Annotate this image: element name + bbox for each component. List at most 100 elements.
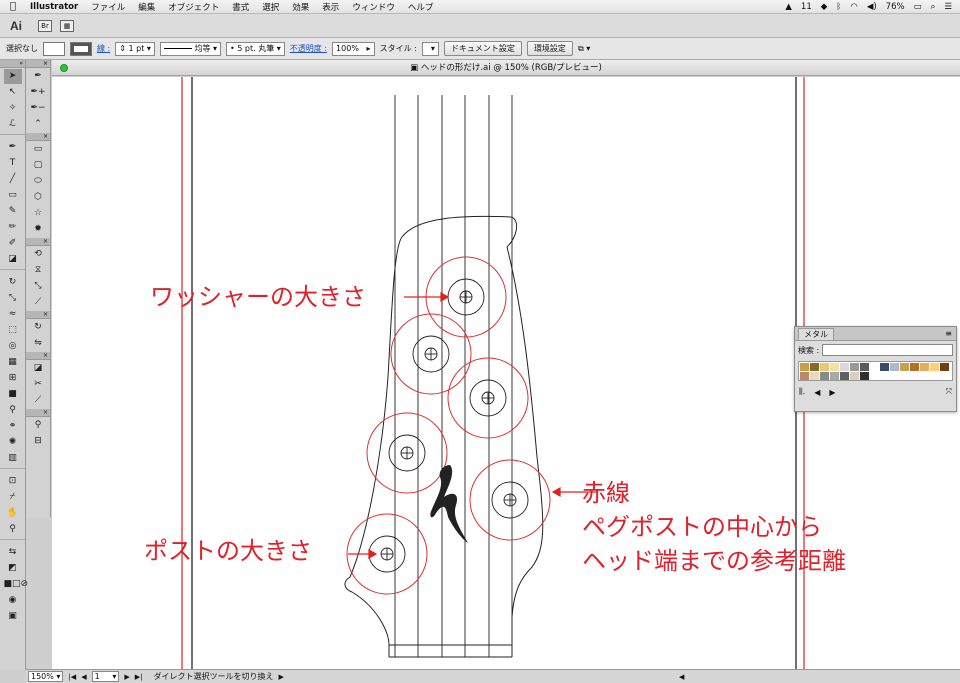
swap-fill-stroke-icon[interactable]: ⇆ xyxy=(4,545,22,560)
reflect-sub-icon[interactable]: ⧖ xyxy=(29,263,47,278)
preferences-button[interactable]: 環境設定 xyxy=(526,41,573,56)
paintbrush-tool-icon[interactable]: ✎ xyxy=(4,204,22,219)
pen-tool-icon[interactable]: ✒ xyxy=(4,140,22,155)
menu-select[interactable]: 選択 xyxy=(262,1,279,13)
rotate-tool-icon[interactable]: ↻ xyxy=(4,275,22,290)
swatch-chip[interactable] xyxy=(890,363,899,371)
scroll-left-icon[interactable]: ◀ xyxy=(679,673,684,681)
menu-window[interactable]: ウィンドウ xyxy=(352,1,395,13)
tearoff-header-shapes[interactable]: × xyxy=(26,133,50,141)
rectangle-tool-icon[interactable]: ▭ xyxy=(4,188,22,203)
ellipse-shape-icon[interactable]: ⬭ xyxy=(29,174,47,189)
document-setup-button[interactable]: ドキュメント設定 xyxy=(443,41,522,56)
swatch-chip[interactable] xyxy=(850,372,859,380)
search-icon[interactable]: ⌕ xyxy=(931,2,936,12)
artboard-tool-icon[interactable]: ⊡ xyxy=(4,474,22,489)
blend-tool-icon[interactable]: ⚭ xyxy=(4,419,22,434)
bluetooth-icon[interactable]: ᛒ xyxy=(836,2,841,12)
adobe-icon[interactable]: ▲ xyxy=(785,2,792,12)
variable-width-profile[interactable]: 均等 ▾ xyxy=(159,41,222,56)
graph-tool-icon[interactable]: ▥ xyxy=(4,451,22,466)
scissors-icon[interactable]: ✂ xyxy=(29,377,47,392)
magic-wand-tool-icon[interactable]: ✧ xyxy=(4,101,22,116)
swatch-chip[interactable] xyxy=(940,363,949,371)
rotate-sub-icon[interactable]: ⟲ xyxy=(29,247,47,262)
tearoff-header-rotate[interactable]: × xyxy=(26,311,50,319)
reflect-view-icon[interactable]: ⇋ xyxy=(29,336,47,351)
warp-tool-icon[interactable]: ≈ xyxy=(4,307,22,322)
arrange-documents-icon[interactable]: ▦ xyxy=(60,19,74,32)
swatch-chip[interactable] xyxy=(860,372,869,380)
swatch-chip[interactable] xyxy=(840,363,849,371)
eraser-sub-icon[interactable]: ◪ xyxy=(29,361,47,376)
stroke-weight-field[interactable]: ⇕ 1 pt ▾ xyxy=(115,41,155,56)
fill-swatch[interactable] xyxy=(43,41,65,56)
scale-sub-icon[interactable]: ⤡ xyxy=(29,279,47,294)
swatch-chip[interactable] xyxy=(810,372,819,380)
convert-anchor-icon[interactable]: ⌃ xyxy=(29,117,47,132)
swatch-chip[interactable] xyxy=(800,372,809,380)
list-icon[interactable]: ☰ xyxy=(944,2,952,12)
volume-icon[interactable]: ◀) xyxy=(867,2,877,12)
fill-stroke-icon[interactable]: ◩ xyxy=(4,561,22,576)
panel-menu-icon[interactable]: ≡ xyxy=(945,329,952,338)
measure-icon[interactable]: ⊟ xyxy=(29,434,47,449)
swatch-search-input[interactable] xyxy=(822,344,953,356)
delete-anchor-icon[interactable]: ✒− xyxy=(29,101,47,116)
swatch-chip[interactable] xyxy=(820,363,829,371)
last-artboard-icon[interactable]: ▶| xyxy=(135,673,143,681)
swatch-chip[interactable] xyxy=(870,363,879,371)
screen-mode-icon[interactable]: ▣ xyxy=(4,609,22,624)
zoom-tool-icon[interactable]: ⚲ xyxy=(4,522,22,537)
tearoff-header-eyedropper[interactable]: × xyxy=(26,409,50,417)
swatch-chip[interactable] xyxy=(920,363,929,371)
blob-brush-tool-icon[interactable]: ✐ xyxy=(4,236,22,251)
swatch-chip[interactable] xyxy=(900,363,909,371)
tools-panel-header[interactable]: » xyxy=(0,60,25,68)
opacity-field[interactable]: 100% ▸ xyxy=(332,41,375,56)
wifi-icon[interactable]: ◠ xyxy=(850,2,857,12)
next-artboard-icon[interactable]: ▶ xyxy=(124,673,129,681)
swatch-chip[interactable] xyxy=(930,363,939,371)
brush-definition[interactable]: • 5 pt. 丸筆 ▾ xyxy=(226,41,285,56)
shear-sub-icon[interactable]: ⟋ xyxy=(29,295,47,310)
zoom-window-button[interactable] xyxy=(60,64,68,72)
eyedropper-tool-icon[interactable]: ⚲ xyxy=(4,403,22,418)
flare-shape-icon[interactable]: ✹ xyxy=(29,222,47,237)
pencil-tool-icon[interactable]: ✏ xyxy=(4,220,22,235)
stroke-swatch[interactable] xyxy=(70,41,92,56)
swatch-options-icon[interactable]: ⤧ xyxy=(946,387,952,397)
menu-file[interactable]: ファイル xyxy=(91,1,125,13)
swatch-chip[interactable] xyxy=(840,372,849,380)
direct-selection-tool-icon[interactable]: ↖ xyxy=(4,85,22,100)
first-artboard-icon[interactable]: |◀ xyxy=(68,673,76,681)
menu-edit[interactable]: 編集 xyxy=(138,1,155,13)
draw-mode-icon[interactable]: ◉ xyxy=(4,593,22,608)
bridge-icon[interactable]: Br xyxy=(38,19,52,32)
battery-icon[interactable]: ▭ xyxy=(914,2,922,12)
slice-tool-icon[interactable]: ⌿ xyxy=(4,490,22,505)
style-picker[interactable]: ▾ xyxy=(421,41,439,56)
arrange-icon[interactable]: ⧉ ▾ xyxy=(578,44,590,54)
symbol-sprayer-tool-icon[interactable]: ✺ xyxy=(4,435,22,450)
menu-illustrator[interactable]: Illustrator xyxy=(30,2,78,12)
swatch-chip[interactable] xyxy=(810,363,819,371)
zoom-field[interactable]: 150% ▾ xyxy=(28,671,64,682)
shape-builder-tool-icon[interactable]: ◎ xyxy=(4,339,22,354)
add-anchor-icon[interactable]: ✒+ xyxy=(29,85,47,100)
type-tool-icon[interactable]: T xyxy=(4,156,22,171)
swatch-chip[interactable] xyxy=(830,372,839,380)
pen-add-anchor-icon[interactable]: ✒ xyxy=(29,69,47,84)
swatch-chip[interactable] xyxy=(820,372,829,380)
lasso-tool-icon[interactable]: ℒ xyxy=(4,117,22,132)
next-library-icon[interactable]: ▶ xyxy=(829,388,835,397)
tearoff-header-eraser[interactable]: × xyxy=(26,352,50,360)
swatch-chip[interactable] xyxy=(850,363,859,371)
menu-view[interactable]: 表示 xyxy=(322,1,339,13)
mesh-tool-icon[interactable]: ⊞ xyxy=(4,371,22,386)
tearoff-header-transform[interactable]: × xyxy=(26,238,50,246)
previous-library-icon[interactable]: ◀ xyxy=(814,388,820,397)
swatch-chip[interactable] xyxy=(800,363,809,371)
status-menu-icon[interactable]: ▶ xyxy=(279,673,284,681)
swatch-chip[interactable] xyxy=(830,363,839,371)
